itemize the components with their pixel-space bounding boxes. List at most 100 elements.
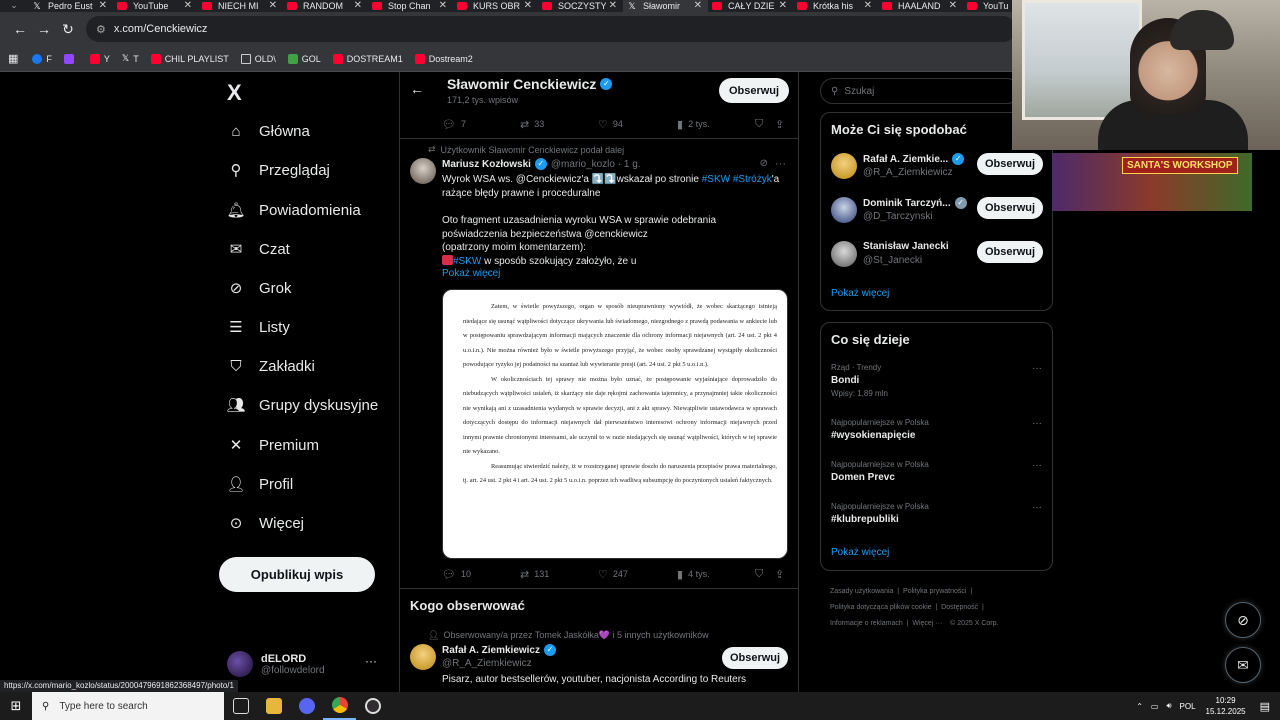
suggested-user-name-text[interactable]: Stanisław Janecki xyxy=(863,241,949,252)
messages-fab-icon[interactable]: ✉ xyxy=(1225,647,1261,683)
close-icon[interactable]: ✕ xyxy=(949,0,957,11)
suggested-user[interactable]: Dominik Tarczyń... ✓ @D_Tarczynski Obserwuj xyxy=(831,197,1044,227)
nav-item-mail[interactable]: ✉ Czat xyxy=(227,234,290,264)
like-button[interactable]: ♡ 94 xyxy=(598,118,623,131)
grok-icon[interactable]: ⊘ xyxy=(760,158,768,169)
close-icon[interactable]: ✕ xyxy=(439,0,447,11)
network-icon[interactable]: ▭ xyxy=(1151,702,1159,711)
task-view-icon[interactable] xyxy=(224,692,257,720)
show-more-link[interactable]: Pokaż więcej xyxy=(831,547,889,558)
bookmark-item[interactable]: F xyxy=(32,53,52,64)
bookmark-item[interactable]: GOL xyxy=(287,53,321,64)
bookmark-button[interactable]: ⛉ xyxy=(755,118,768,131)
share-button[interactable]: ⇪ xyxy=(775,118,789,131)
footer-link[interactable]: Dostępność xyxy=(941,604,978,611)
footer-link[interactable]: Zasady użytkowania xyxy=(830,588,893,595)
browser-tab[interactable]: YouTube ✕ xyxy=(113,0,198,12)
nav-item-home[interactable]: ⌂ Główna xyxy=(227,116,309,146)
browser-tab[interactable]: SOCZYSTY ✕ xyxy=(538,0,623,12)
close-icon[interactable]: ✕ xyxy=(779,0,787,11)
language-indicator[interactable]: POL xyxy=(1180,702,1196,711)
avatar[interactable] xyxy=(410,158,436,184)
suggested-user-name[interactable]: Rafał A. Ziemkiewicz ✓ xyxy=(442,644,556,656)
trend-item[interactable]: Najpopularniejsze w Polska Domen Prevc ··· xyxy=(831,460,1044,483)
trend-item[interactable]: Rząd · Trendy Bondi Wpisy: 1,89 mln ··· xyxy=(831,363,1044,398)
show-more-link[interactable]: Pokaż więcej xyxy=(442,268,500,279)
close-icon[interactable]: ✕ xyxy=(694,0,702,11)
browser-tab[interactable]: KURS OBR ✕ xyxy=(453,0,538,12)
avatar[interactable] xyxy=(410,644,436,670)
show-more-link[interactable]: Pokaż więcej xyxy=(831,288,889,299)
chrome-icon[interactable] xyxy=(323,692,356,720)
nav-item-bell[interactable]: 🔔︎ Powiadomienia xyxy=(226,195,360,225)
browser-tab[interactable]: 𝕏 Sławomir ✕ xyxy=(623,0,708,12)
nav-item-communities[interactable]: 👥︎ Grupy dyskusyjne xyxy=(226,390,378,420)
back-arrow-icon[interactable]: ← xyxy=(8,17,32,41)
bookmark-item[interactable]: 𝕏T xyxy=(122,53,139,64)
suggested-user-name[interactable]: Stanisław Janecki xyxy=(863,241,949,252)
nav-item-grok[interactable]: ⊘ Grok xyxy=(227,273,292,303)
suggested-user-name-text[interactable]: Rafał A. Ziemkiewicz xyxy=(442,645,540,656)
suggested-user[interactable]: Stanisław Janecki @St_Janecki Obserwuj xyxy=(831,241,1044,271)
nav-item-x-premium[interactable]: ✕ Premium xyxy=(227,430,319,460)
volume-icon[interactable]: 🔊︎ xyxy=(1166,701,1171,711)
repost-button[interactable]: ⇄ 131 xyxy=(520,568,549,581)
more-dots-icon[interactable]: ··· xyxy=(1032,363,1042,374)
views-button[interactable]: ▮ 2 tys. xyxy=(677,118,710,131)
hashtag-link[interactable]: #SKW xyxy=(453,256,481,267)
suggested-user-name-text[interactable]: Dominik Tarczyń... xyxy=(863,198,951,209)
avatar[interactable] xyxy=(831,197,857,223)
nav-item-search[interactable]: ⚲ Przeglądaj xyxy=(227,155,330,185)
repost-button[interactable]: ⇄ 33 xyxy=(520,118,544,131)
nav-item-list[interactable]: ☰ Listy xyxy=(227,312,290,342)
bookmark-item[interactable]: Dostream2 xyxy=(414,53,473,64)
reply-button[interactable]: 💬︎ 7 xyxy=(442,118,466,131)
avatar[interactable] xyxy=(831,241,857,267)
suggested-user-handle[interactable]: @R_A_Ziemkiewicz xyxy=(442,658,532,669)
notifications-icon[interactable]: ▤ xyxy=(1260,700,1270,713)
close-icon[interactable]: ✕ xyxy=(524,0,532,11)
hashtag-link[interactable]: #Stróżyk xyxy=(733,174,772,185)
trend-item[interactable]: Najpopularniejsze w Polska #klubrepubliki… xyxy=(831,502,1044,525)
bookmark-item[interactable]: CHIL PLAYLIST xyxy=(150,53,229,64)
hashtag-link[interactable]: #SKW xyxy=(702,174,730,185)
avatar[interactable] xyxy=(831,153,857,179)
tray-chevron-icon[interactable]: ⌃ xyxy=(1136,702,1143,711)
footer-link[interactable]: Więcej ··· xyxy=(912,620,942,627)
bookmark-item[interactable] xyxy=(63,53,78,64)
follow-profile-button[interactable]: Obserwuj xyxy=(719,78,789,103)
footer-link[interactable]: Informacje o reklamach xyxy=(830,620,903,627)
footer-link[interactable]: Polityka prywatności xyxy=(903,588,966,595)
more-dots-icon[interactable]: ··· xyxy=(1032,502,1042,513)
close-icon[interactable]: ✕ xyxy=(99,0,107,11)
suggested-user-name[interactable]: Rafał A. Ziemkie... ✓ xyxy=(863,153,965,165)
obs-icon[interactable] xyxy=(356,692,389,720)
taskbar-search-input[interactable]: ⚲ Type here to search xyxy=(32,692,224,720)
reload-icon[interactable]: ↻ xyxy=(56,17,80,41)
nav-item-profile[interactable]: 👤︎ Profil xyxy=(226,469,293,499)
more-dots-icon[interactable]: ··· xyxy=(775,158,786,170)
follow-button[interactable]: Obserwuj xyxy=(977,153,1043,175)
bookmark-item[interactable]: DOSTREAM1 xyxy=(332,53,403,64)
bookmark-item[interactable]: Y xyxy=(89,53,110,64)
follow-button[interactable]: Obserwuj xyxy=(977,241,1043,263)
suggested-user-name-text[interactable]: Rafał A. Ziemkie... xyxy=(863,154,948,165)
author-name[interactable]: Mariusz Kozłowski xyxy=(442,159,531,170)
browser-tab[interactable]: NIECH MI ✕ xyxy=(198,0,283,12)
more-dots-icon[interactable]: ··· xyxy=(1032,460,1042,471)
suggested-user-handle[interactable]: @R_A_Ziemkiewicz xyxy=(863,167,953,178)
nav-item-more[interactable]: ⊙ Więcej xyxy=(227,508,304,538)
site-settings-icon[interactable]: ⚙ xyxy=(96,23,106,36)
suggested-user-handle[interactable]: @St_Janecki xyxy=(863,255,922,266)
nav-item-bookmark[interactable]: ⛉ Zakładki xyxy=(227,351,315,381)
post-button[interactable]: Opublikuj wpis xyxy=(219,557,375,592)
clock[interactable]: 10:29 15.12.2025 xyxy=(1206,695,1246,717)
author-handle[interactable]: @mario_kozlo · 1 g. xyxy=(551,159,641,170)
grok-fab-icon[interactable]: ⊘ xyxy=(1225,602,1261,638)
search-input[interactable]: ⚲ Szukaj xyxy=(820,78,1020,104)
views-button[interactable]: ▮ 4 tys. xyxy=(677,568,710,581)
suggested-user-handle[interactable]: @D_Tarczynski xyxy=(863,211,933,222)
windows-start-icon[interactable]: ⊞ xyxy=(0,692,32,720)
follow-button[interactable]: Obserwuj xyxy=(977,197,1043,219)
x-logo-icon[interactable]: X xyxy=(227,80,242,106)
